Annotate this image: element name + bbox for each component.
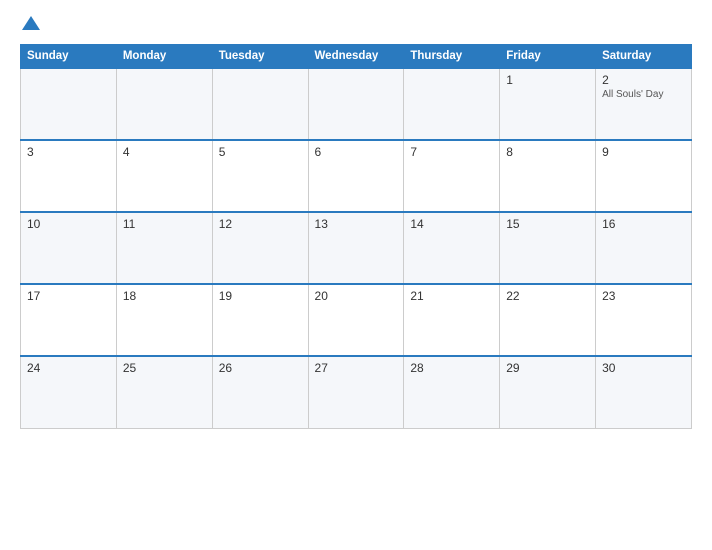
calendar-cell: 16 — [596, 212, 692, 284]
calendar-cell: 5 — [212, 140, 308, 212]
day-number: 19 — [219, 289, 302, 303]
day-number: 7 — [410, 145, 493, 159]
calendar-cell: 25 — [116, 356, 212, 428]
day-number: 12 — [219, 217, 302, 231]
day-number: 14 — [410, 217, 493, 231]
day-number: 27 — [315, 361, 398, 375]
weekday-header-thursday: Thursday — [404, 45, 500, 69]
weekday-row: SundayMondayTuesdayWednesdayThursdayFrid… — [21, 45, 692, 69]
day-number: 16 — [602, 217, 685, 231]
calendar-cell — [116, 68, 212, 140]
weekday-header-friday: Friday — [500, 45, 596, 69]
weekday-header-sunday: Sunday — [21, 45, 117, 69]
day-number: 5 — [219, 145, 302, 159]
calendar-cell: 22 — [500, 284, 596, 356]
day-number: 8 — [506, 145, 589, 159]
calendar-cell: 8 — [500, 140, 596, 212]
weekday-header-monday: Monday — [116, 45, 212, 69]
day-number: 21 — [410, 289, 493, 303]
day-number: 9 — [602, 145, 685, 159]
day-number: 6 — [315, 145, 398, 159]
logo — [20, 18, 40, 34]
calendar-cell: 7 — [404, 140, 500, 212]
day-number: 23 — [602, 289, 685, 303]
weekday-header-wednesday: Wednesday — [308, 45, 404, 69]
calendar-cell: 27 — [308, 356, 404, 428]
calendar-cell: 13 — [308, 212, 404, 284]
day-number: 15 — [506, 217, 589, 231]
calendar-table: SundayMondayTuesdayWednesdayThursdayFrid… — [20, 44, 692, 429]
calendar-cell: 1 — [500, 68, 596, 140]
calendar-cell: 28 — [404, 356, 500, 428]
week-row-2: 3456789 — [21, 140, 692, 212]
calendar-cell: 30 — [596, 356, 692, 428]
day-number: 4 — [123, 145, 206, 159]
day-number: 3 — [27, 145, 110, 159]
calendar-cell: 19 — [212, 284, 308, 356]
day-number: 10 — [27, 217, 110, 231]
day-number: 30 — [602, 361, 685, 375]
calendar-cell: 15 — [500, 212, 596, 284]
calendar-cell: 18 — [116, 284, 212, 356]
calendar-cell — [21, 68, 117, 140]
calendar-cell: 14 — [404, 212, 500, 284]
header — [20, 18, 692, 34]
day-number: 2 — [602, 73, 685, 87]
day-number: 25 — [123, 361, 206, 375]
calendar-cell: 3 — [21, 140, 117, 212]
calendar-body: 12All Souls' Day345678910111213141516171… — [21, 68, 692, 428]
day-number: 17 — [27, 289, 110, 303]
day-number: 1 — [506, 73, 589, 87]
week-row-4: 17 18 19 20 21 22 23 — [21, 284, 692, 356]
day-number: 29 — [506, 361, 589, 375]
day-number: 26 — [219, 361, 302, 375]
calendar-cell: 4 — [116, 140, 212, 212]
calendar-cell: 23 — [596, 284, 692, 356]
calendar-cell: 26 — [212, 356, 308, 428]
calendar-cell — [308, 68, 404, 140]
day-event: All Souls' Day — [602, 89, 685, 100]
calendar-cell: 6 — [308, 140, 404, 212]
day-number: 22 — [506, 289, 589, 303]
week-row-3: 10 11 12 13 14 15 16 — [21, 212, 692, 284]
calendar-cell: 9 — [596, 140, 692, 212]
calendar-cell: 21 — [404, 284, 500, 356]
day-number: 13 — [315, 217, 398, 231]
calendar-cell — [404, 68, 500, 140]
day-number: 28 — [410, 361, 493, 375]
weekday-header-saturday: Saturday — [596, 45, 692, 69]
day-number: 20 — [315, 289, 398, 303]
calendar-cell: 12 — [212, 212, 308, 284]
calendar-cell: 20 — [308, 284, 404, 356]
day-number: 24 — [27, 361, 110, 375]
week-row-5: 24 25 26 27 28 29 30 — [21, 356, 692, 428]
weekday-header-tuesday: Tuesday — [212, 45, 308, 69]
calendar-header: SundayMondayTuesdayWednesdayThursdayFrid… — [21, 45, 692, 69]
calendar-cell: 17 — [21, 284, 117, 356]
calendar-cell: 10 — [21, 212, 117, 284]
calendar-cell: 11 — [116, 212, 212, 284]
calendar-cell: 29 — [500, 356, 596, 428]
calendar-cell — [212, 68, 308, 140]
calendar-page: SundayMondayTuesdayWednesdayThursdayFrid… — [0, 0, 712, 550]
calendar-cell: 24 — [21, 356, 117, 428]
logo-triangle-icon — [22, 16, 40, 34]
week-row-1: 12 All Souls' Day — [21, 68, 692, 140]
calendar-cell: 2 All Souls' Day — [596, 68, 692, 140]
day-number: 11 — [123, 217, 206, 231]
day-number: 18 — [123, 289, 206, 303]
